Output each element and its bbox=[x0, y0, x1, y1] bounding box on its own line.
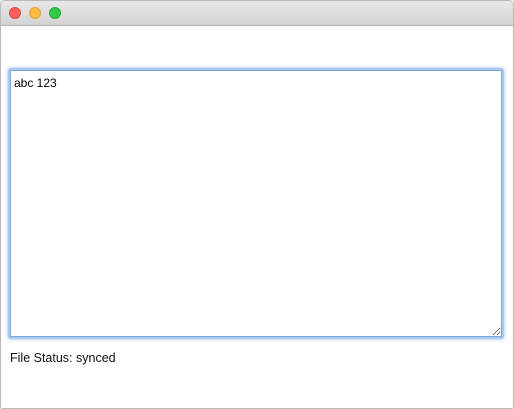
close-icon[interactable] bbox=[9, 7, 21, 19]
app-window: File Status: synced bbox=[0, 0, 514, 409]
minimize-icon[interactable] bbox=[29, 7, 41, 19]
title-bar[interactable] bbox=[1, 1, 513, 26]
zoom-icon[interactable] bbox=[49, 7, 61, 19]
text-editor[interactable] bbox=[10, 70, 502, 337]
file-status-label: File Status: synced bbox=[10, 351, 116, 365]
